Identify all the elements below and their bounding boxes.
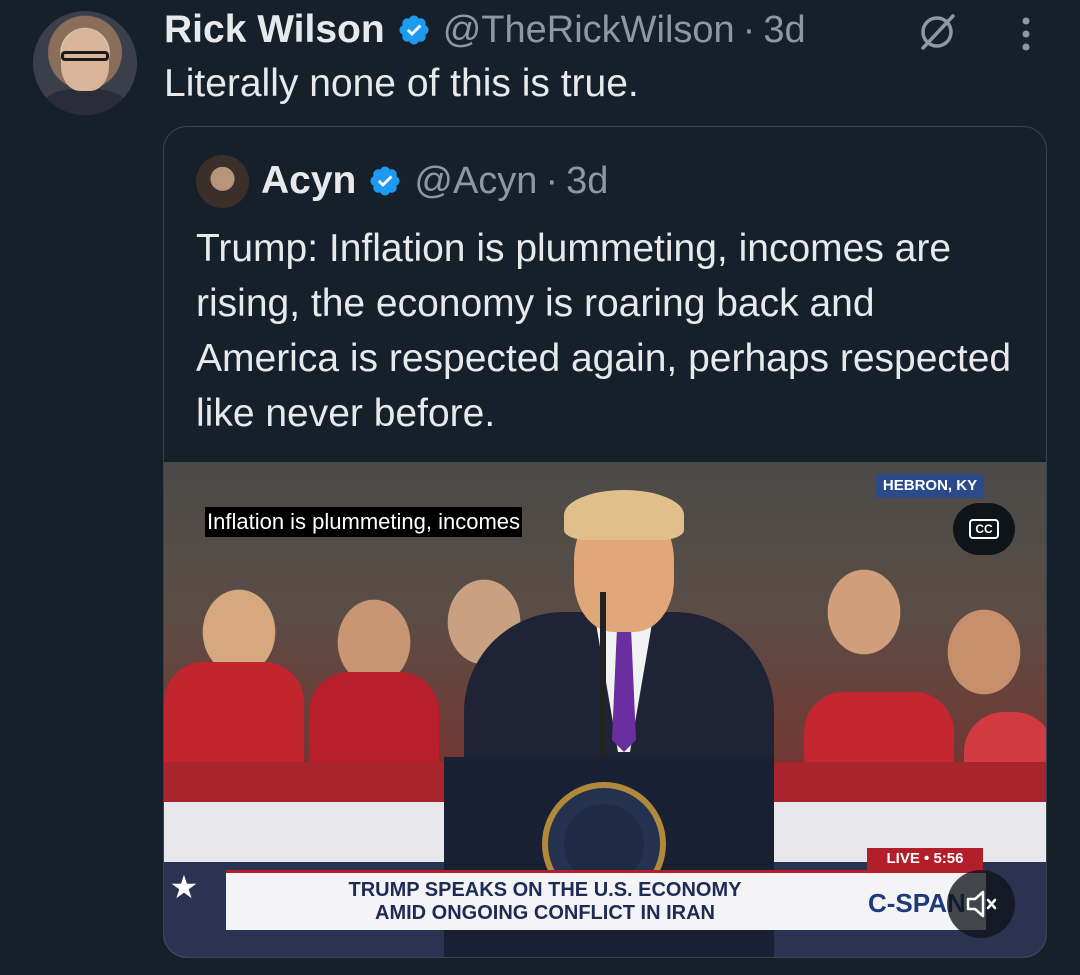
verified-badge-icon[interactable] xyxy=(368,164,402,198)
more-vertical-icon[interactable] xyxy=(1012,12,1040,56)
tweet-text: Literally none of this is true. xyxy=(164,62,639,105)
microphone xyxy=(600,592,606,762)
tweet-header: Rick Wilson @TheRickWilson · 3d xyxy=(164,5,806,55)
video-player[interactable]: ★ Inflation is plummeting, incomes HEBRO… xyxy=(164,462,1046,957)
quoted-author-display-name[interactable]: Acyn xyxy=(261,159,356,203)
cc-icon: CC xyxy=(969,519,999,539)
quoted-author-avatar[interactable] xyxy=(196,154,249,208)
tweet[interactable]: Rick Wilson @TheRickWilson · 3d Literall… xyxy=(0,0,1080,975)
separator-dot: · xyxy=(742,8,756,51)
star-icon: ★ xyxy=(169,869,199,905)
speaker-hair xyxy=(564,490,684,540)
quoted-tweet-time[interactable]: 3d xyxy=(566,160,608,203)
captions-toggle-button[interactable]: CC xyxy=(953,503,1015,555)
grok-icon[interactable] xyxy=(915,10,959,54)
avatar-glasses xyxy=(61,51,109,61)
video-lower-third: TRUMP SPEAKS ON THE U.S. ECONOMY AMID ON… xyxy=(226,870,864,930)
tweet-time[interactable]: 3d xyxy=(763,9,805,52)
author-handle[interactable]: @TheRickWilson xyxy=(443,9,735,52)
lower-third-line: AMID ONGOING CONFLICT IN IRAN xyxy=(375,901,715,924)
quoted-tweet-header: Acyn @Acyn · 3d xyxy=(196,153,608,209)
author-avatar[interactable] xyxy=(33,11,137,115)
location-label: HEBRON, KY xyxy=(876,474,984,498)
mute-toggle-button[interactable] xyxy=(947,870,1015,938)
separator-dot: · xyxy=(545,159,559,202)
live-indicator: LIVE • 5:56 xyxy=(867,848,983,870)
muted-speaker-icon xyxy=(966,890,997,918)
verified-badge-icon[interactable] xyxy=(397,13,431,47)
quoted-author-handle[interactable]: @Acyn xyxy=(414,160,537,203)
lower-third-line: TRUMP SPEAKS ON THE U.S. ECONOMY xyxy=(348,878,742,901)
video-captions: Inflation is plummeting, incomes xyxy=(205,507,523,537)
quoted-tweet[interactable]: Acyn @Acyn · 3d Trump: Inflation is plum… xyxy=(163,126,1047,958)
quoted-tweet-text: Trump: Inflation is plummeting, incomes … xyxy=(196,227,1012,435)
avatar-jacket xyxy=(43,89,127,115)
author-display-name[interactable]: Rick Wilson xyxy=(164,8,385,52)
